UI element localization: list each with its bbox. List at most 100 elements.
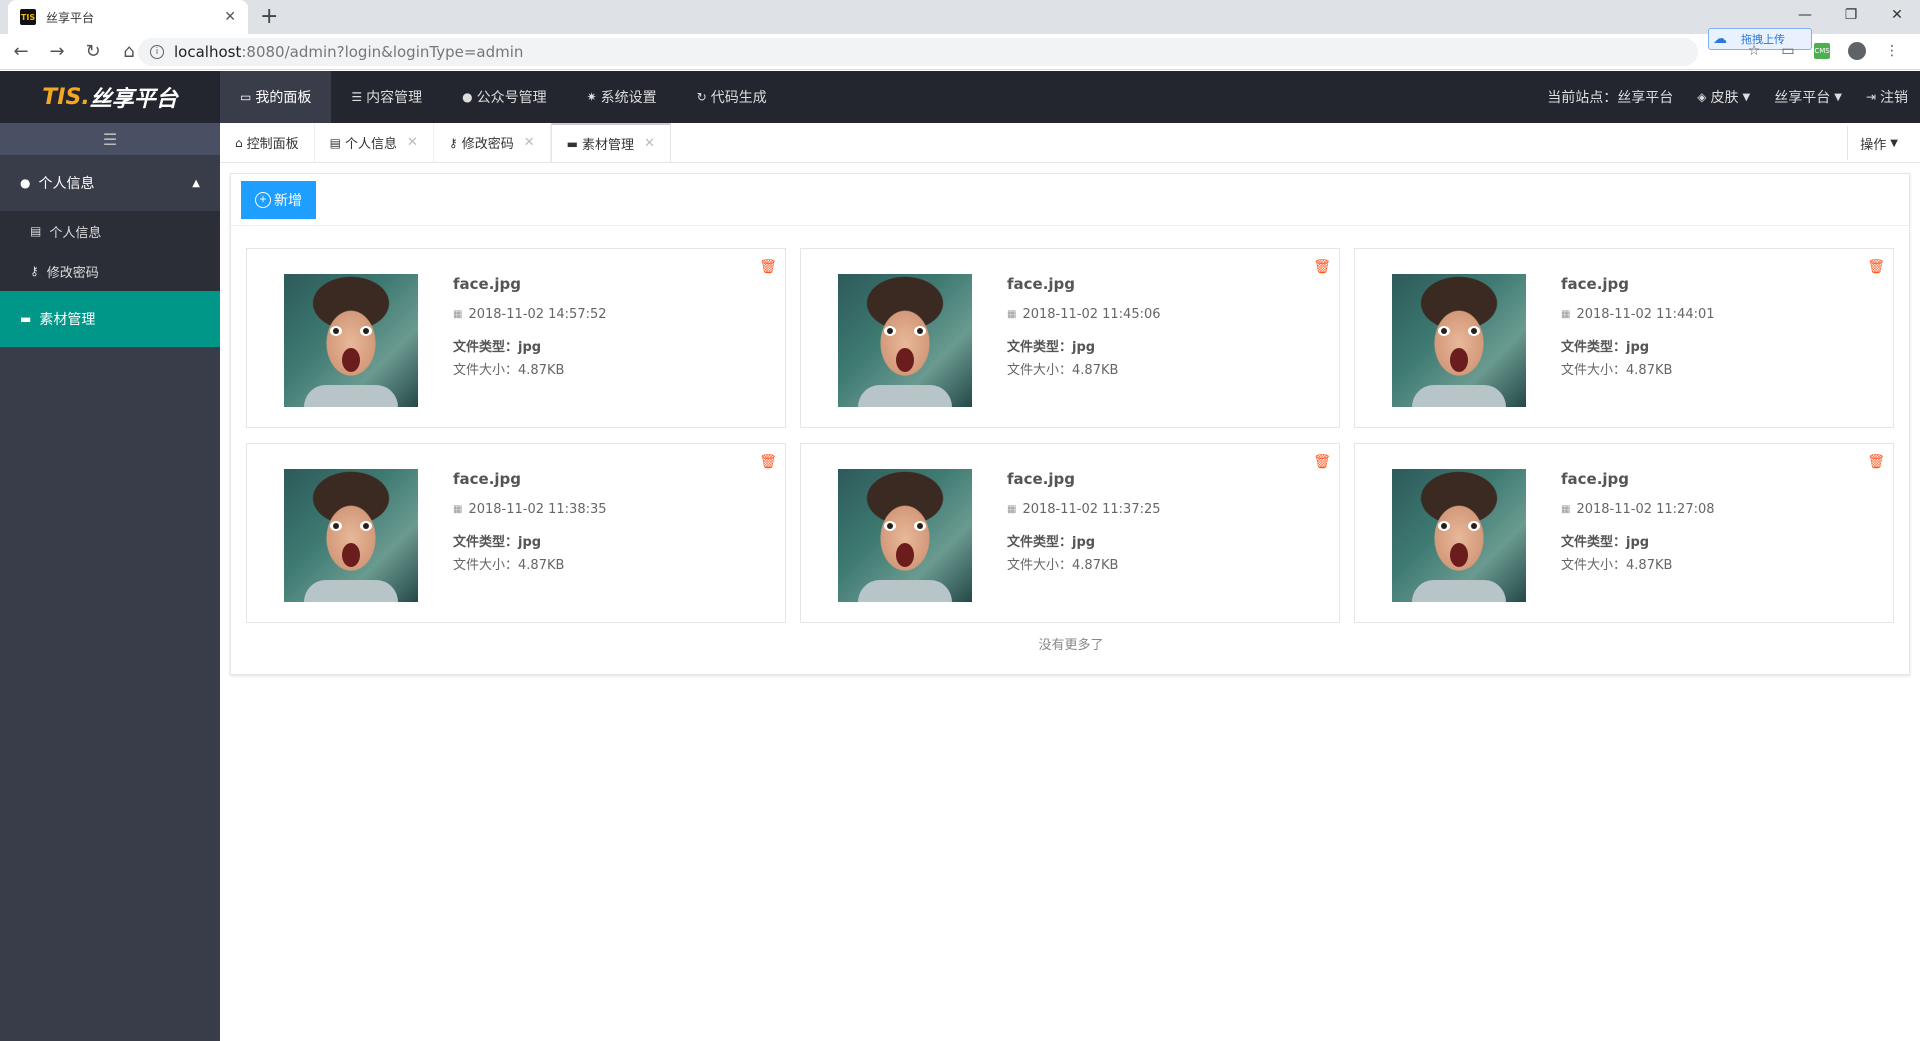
pupil-shape bbox=[333, 328, 339, 334]
file-size-value: 4.87KB bbox=[1626, 558, 1673, 573]
eye-shape bbox=[1468, 326, 1480, 336]
reload-button[interactable]: ↻ bbox=[78, 41, 108, 62]
extension-icon[interactable]: ▭ bbox=[1780, 43, 1796, 59]
restore-button[interactable]: ❐ bbox=[1828, 0, 1874, 30]
material-info: face.jpg ▦ 2018-11-02 11:38:35 文件类型：jpg 文… bbox=[453, 470, 607, 573]
file-date: ▦ 2018-11-02 11:37:25 bbox=[1007, 502, 1161, 517]
pupil-shape bbox=[1441, 523, 1447, 529]
sidebar-item-profile[interactable]: ▤ 个人信息 bbox=[0, 211, 220, 251]
header-right: 当前站点：丝享平台 ◈ 皮肤 ▼ 丝享平台 ▼ ⇥ 注销 bbox=[1535, 71, 1920, 123]
plus-circle-icon: + bbox=[255, 191, 271, 208]
file-date-text: 2018-11-02 11:37:25 bbox=[1022, 502, 1161, 517]
close-icon[interactable]: ✕ bbox=[644, 136, 655, 151]
tab-profile[interactable]: ▤ 个人信息 ✕ bbox=[315, 123, 434, 162]
sidebar-item-materials[interactable]: ▬ 素材管理 bbox=[0, 291, 220, 347]
add-button[interactable]: + 新增 bbox=[241, 180, 316, 219]
sidebar-item-password[interactable]: ⚷ 修改密码 bbox=[0, 251, 220, 291]
cms-extension-icon[interactable]: CMS bbox=[1814, 43, 1830, 59]
logo-sub: 丝享平台 bbox=[89, 87, 178, 112]
file-size-label: 文件大小： bbox=[1561, 363, 1627, 378]
top-nav-codegen[interactable]: ↻ 代码生成 bbox=[677, 71, 787, 123]
tab-password[interactable]: ⚷ 修改密码 ✕ bbox=[434, 123, 551, 162]
eye-shape bbox=[1438, 521, 1450, 531]
forward-button[interactable]: → bbox=[42, 41, 72, 62]
gear-icon: ✷ bbox=[586, 90, 597, 104]
tab-dashboard[interactable]: ⌂ 控制面板 bbox=[220, 123, 315, 162]
browser-tab[interactable]: TIS 丝享平台 ✕ bbox=[8, 0, 248, 34]
user-label: 丝享平台 bbox=[1774, 90, 1831, 106]
star-icon[interactable]: ☆ bbox=[1746, 43, 1762, 59]
skin-menu[interactable]: ◈ 皮肤 ▼ bbox=[1685, 87, 1762, 107]
trash-icon[interactable]: 🗑 bbox=[1313, 259, 1331, 275]
operations-dropdown[interactable]: 操作 ▼ bbox=[1847, 126, 1910, 160]
material-thumbnail[interactable] bbox=[284, 469, 418, 602]
material-info: face.jpg ▦ 2018-11-02 11:44:01 文件类型：jpg 文… bbox=[1561, 275, 1715, 378]
site-info-icon[interactable]: i bbox=[150, 45, 164, 59]
sidebar-item-label: 素材管理 bbox=[39, 312, 96, 328]
file-name: face.jpg bbox=[1561, 275, 1630, 293]
file-date-text: 2018-11-02 11:44:01 bbox=[1576, 307, 1715, 322]
key-icon: ⚷ bbox=[448, 135, 458, 150]
close-tab-icon[interactable]: ✕ bbox=[224, 9, 236, 25]
top-nav-wechat[interactable]: ● 公众号管理 bbox=[442, 71, 566, 123]
material-thumbnail[interactable] bbox=[838, 469, 972, 602]
back-button[interactable]: ← bbox=[6, 41, 36, 62]
trash-icon[interactable]: 🗑 bbox=[1867, 259, 1885, 275]
eye-shape bbox=[360, 326, 372, 336]
tab-label: 控制面板 bbox=[246, 137, 299, 152]
browser-toolbar: ← → ↻ ⌂ i localhost:8080/admin?login&log… bbox=[0, 34, 1920, 70]
file-name: face.jpg bbox=[1007, 470, 1076, 488]
file-size-label: 文件大小： bbox=[1007, 363, 1073, 378]
pupil-shape bbox=[917, 328, 923, 334]
file-size: 文件大小：4.87KB bbox=[1561, 554, 1715, 573]
panel-toolbar: + 新增 bbox=[231, 174, 1909, 226]
mouth-shape bbox=[896, 348, 914, 372]
logout-button[interactable]: ⇥ 注销 bbox=[1854, 87, 1920, 107]
material-thumbnail[interactable] bbox=[838, 274, 972, 407]
minimize-button[interactable]: — bbox=[1782, 0, 1828, 30]
close-icon[interactable]: ✕ bbox=[407, 135, 418, 150]
profile-avatar-icon[interactable] bbox=[1848, 42, 1866, 60]
new-tab-button[interactable]: + bbox=[260, 4, 278, 29]
material-thumbnail[interactable] bbox=[1392, 274, 1526, 407]
tab-materials[interactable]: ▬ 素材管理 ✕ bbox=[550, 123, 671, 162]
close-icon[interactable]: ✕ bbox=[524, 135, 535, 150]
caret-down-icon: ▼ bbox=[1890, 137, 1898, 149]
material-thumbnail[interactable] bbox=[284, 274, 418, 407]
address-bar[interactable]: i localhost:8080/admin?login&loginType=a… bbox=[138, 38, 1698, 66]
top-nav-label: 系统设置 bbox=[600, 90, 657, 106]
user-icon: ● bbox=[20, 176, 31, 190]
close-window-button[interactable]: ✕ bbox=[1874, 0, 1920, 30]
materials-grid: face.jpg ▦ 2018-11-02 14:57:52 文件类型：jpg 文… bbox=[246, 248, 1901, 623]
app-logo[interactable]: TIS. 丝享平台 bbox=[0, 71, 220, 123]
top-nav-dashboard[interactable]: ▭ 我的面板 bbox=[220, 71, 332, 123]
file-size-label: 文件大小： bbox=[1007, 558, 1073, 573]
menu-kebab-icon[interactable]: ⋮ bbox=[1884, 43, 1900, 59]
file-type-label: 文件类型： bbox=[1561, 535, 1627, 550]
trash-icon[interactable]: 🗑 bbox=[1867, 454, 1885, 470]
file-date: ▦ 2018-11-02 11:38:35 bbox=[453, 502, 607, 517]
user-menu[interactable]: 丝享平台 ▼ bbox=[1762, 87, 1854, 107]
browser-tab-title: 丝享平台 bbox=[46, 10, 95, 25]
shirt-shape bbox=[304, 580, 398, 602]
trash-icon[interactable]: 🗑 bbox=[1313, 454, 1331, 470]
id-card-icon: ▤ bbox=[329, 135, 341, 150]
file-date: ▦ 2018-11-02 11:45:06 bbox=[1007, 307, 1161, 322]
eye-shape bbox=[360, 521, 372, 531]
trash-icon[interactable]: 🗑 bbox=[759, 259, 777, 275]
trash-icon[interactable]: 🗑 bbox=[759, 454, 777, 470]
eye-shape bbox=[330, 326, 342, 336]
pupil-shape bbox=[887, 523, 893, 529]
sidebar-collapse-toggle[interactable]: ☰ bbox=[0, 123, 220, 155]
pupil-shape bbox=[333, 523, 339, 529]
sidebar-group-profile[interactable]: ● 个人信息 ▲ bbox=[0, 155, 220, 211]
shirt-shape bbox=[1412, 385, 1506, 407]
top-nav-content[interactable]: ☰ 内容管理 bbox=[331, 71, 442, 123]
list-icon: ☰ bbox=[351, 90, 363, 104]
top-nav-settings[interactable]: ✷ 系统设置 bbox=[567, 71, 677, 123]
layers-icon: ◈ bbox=[1697, 90, 1707, 104]
material-thumbnail[interactable] bbox=[1392, 469, 1526, 602]
window-controls: — ❐ ✕ bbox=[1782, 0, 1920, 30]
caret-down-icon: ▼ bbox=[1834, 91, 1842, 103]
mouth-shape bbox=[896, 543, 914, 567]
